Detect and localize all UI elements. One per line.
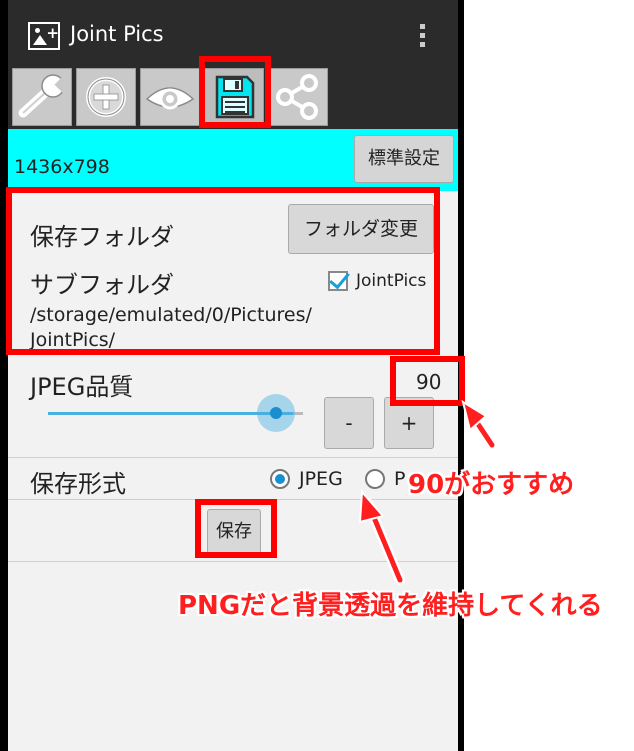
arrow-to-png-option: [358, 489, 405, 585]
annotation-png-tip: PNGだと背景透過を維持してくれる: [178, 591, 603, 621]
annotation-arrows: [358, 399, 497, 585]
annotation-quality-tip: 90がおすすめ: [408, 470, 575, 500]
arrow-to-quality: [461, 399, 497, 450]
